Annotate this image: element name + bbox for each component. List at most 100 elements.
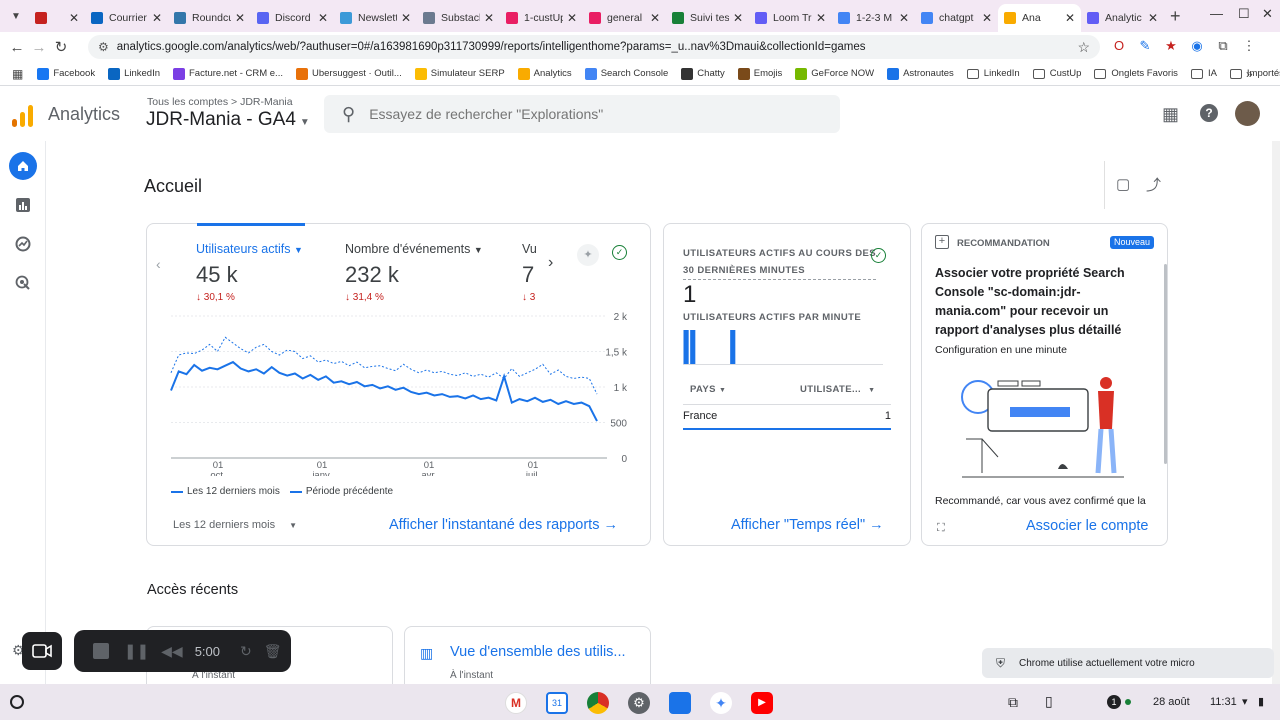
metric-tab-events[interactable]: Nombre d'événements ▼ 232 k ↓ 31,4 %	[345, 242, 483, 303]
shelf-date[interactable]: 28 août	[1153, 696, 1190, 708]
new-tab-plus-icon[interactable]: +	[1170, 6, 1181, 27]
advertising-icon[interactable]	[9, 269, 37, 297]
tab-close-icon[interactable]: ✕	[650, 11, 660, 25]
maximize-icon[interactable]: ☐	[1238, 6, 1250, 22]
tab-close-icon[interactable]: ✕	[318, 11, 328, 25]
insights-icon[interactable]: ⤴	[1146, 174, 1161, 195]
period-selector[interactable]: Les 12 derniers mois ▼	[173, 519, 297, 531]
next-metric-chevron-icon[interactable]: ›	[548, 254, 553, 272]
users-column-header[interactable]: UTILISATE... ▼	[800, 384, 876, 395]
tab-close-icon[interactable]: ✕	[816, 11, 826, 25]
sparkle-insights-icon[interactable]: ✦	[577, 244, 599, 266]
opera-extension-icon[interactable]: O	[1110, 37, 1128, 55]
metric-tab-active-users[interactable]: Utilisateurs actifs ▼ 45 k ↓ 30,1 %	[196, 242, 303, 303]
page-scrollbar[interactable]	[1272, 141, 1280, 684]
pause-icon[interactable]: ❚❚	[124, 642, 149, 660]
tab-close-icon[interactable]: ✕	[69, 11, 79, 25]
metric-tab-views[interactable]: Vu 7 ↓ 3	[522, 242, 542, 303]
search-input[interactable]	[369, 106, 790, 122]
bookmark-item[interactable]: Ubersuggest · Outil...	[295, 67, 402, 80]
snapshot-link[interactable]: Afficher l'instantané des rapports →	[389, 517, 618, 533]
bookmark-item[interactable]: Chatty	[681, 67, 725, 80]
tab-close-icon[interactable]: ✕	[567, 11, 577, 25]
launcher-icon[interactable]	[10, 695, 24, 709]
browser-tab[interactable]: Loom Tr ✕	[749, 4, 832, 32]
bookmark-item[interactable]: IA	[1190, 68, 1217, 80]
restart-icon[interactable]: ↻	[240, 643, 252, 660]
browser-tab[interactable]: general ✕	[583, 4, 666, 32]
bookmark-item[interactable]: Facture.net - CRM e...	[173, 67, 283, 80]
browser-tab[interactable]: Analytic ✕	[1081, 4, 1164, 32]
associate-account-link[interactable]: Associer le compte	[1026, 518, 1149, 534]
browser-tab[interactable]: chatgpt ✕	[915, 4, 998, 32]
tab-close-icon[interactable]: ✕	[484, 11, 494, 25]
bookmark-item[interactable]: Facebook	[37, 67, 95, 80]
chrome-app-icon[interactable]	[587, 692, 609, 714]
apps-icon[interactable]: ▦	[1162, 104, 1179, 125]
bookmark-item[interactable]: LinkedIn	[108, 67, 160, 80]
blue-extension-icon[interactable]: ◉	[1188, 37, 1206, 55]
bookmark-item[interactable]: Simulateur SERP	[414, 67, 505, 80]
browser-tab[interactable]: Discord ✕	[251, 4, 334, 32]
country-column-header[interactable]: PAYS ▼	[690, 384, 726, 395]
tab-search-chevron-icon[interactable]: ▼	[3, 4, 29, 28]
bookmark-item[interactable]: Astronautes	[887, 67, 954, 80]
bookmark-item[interactable]: GeForce NOW	[795, 67, 874, 80]
bookmark-item[interactable]: Emojis	[737, 67, 782, 80]
bookmark-item[interactable]: Search Console	[584, 67, 668, 80]
expand-icon[interactable]: ⛶	[937, 522, 945, 535]
files-app-icon[interactable]	[669, 692, 691, 714]
tab-close-icon[interactable]: ✕	[401, 11, 411, 25]
prev-metric-chevron-icon[interactable]: ‹	[156, 256, 161, 272]
youtube-app-icon[interactable]: ▶	[751, 692, 773, 714]
shelf-time[interactable]: 11:31	[1210, 696, 1237, 708]
realtime-link[interactable]: Afficher "Temps réel" →	[731, 517, 884, 533]
property-selector[interactable]: JDR-Mania - GA4 ▼	[146, 109, 310, 131]
browser-tab[interactable]: Newsletter ✕	[334, 4, 417, 32]
browser-tab[interactable]: 1-2-3 M ✕	[832, 4, 915, 32]
record-camera-button[interactable]	[22, 632, 62, 670]
settings-app-icon[interactable]: ⚙	[628, 692, 650, 714]
battery-icon[interactable]: ▮	[1258, 695, 1264, 708]
help-icon[interactable]: ?	[1200, 104, 1218, 122]
forward-arrow-icon[interactable]: →	[28, 39, 50, 56]
extensions-puzzle-icon[interactable]: ⧉	[1214, 37, 1232, 55]
customize-card-icon[interactable]: ▢	[1116, 175, 1130, 193]
tab-close-icon[interactable]: ✕	[235, 11, 245, 25]
rewind-icon[interactable]: ◀◀	[161, 643, 183, 660]
browser-tab[interactable]: Substack ✕	[417, 4, 500, 32]
bookmark-item[interactable]: Analytics	[517, 67, 572, 80]
tab-close-icon[interactable]: ✕	[982, 11, 992, 25]
gmail-app-icon[interactable]: M	[505, 692, 527, 714]
tab-close-icon[interactable]: ✕	[1148, 11, 1158, 25]
tab-close-icon[interactable]: ✕	[899, 11, 909, 25]
browser-tab[interactable]: Ana ✕	[998, 3, 1081, 32]
home-icon[interactable]	[9, 152, 37, 180]
tab-close-icon[interactable]: ✕	[1065, 11, 1075, 25]
minimize-icon[interactable]: —	[1210, 6, 1223, 21]
explore-icon[interactable]	[9, 230, 37, 258]
delete-icon[interactable]: 🗑	[264, 643, 282, 660]
tab-close-icon[interactable]: ✕	[152, 11, 162, 25]
network-icon[interactable]: ▾	[1242, 695, 1248, 708]
browser-tab[interactable]: Roundcube ✕	[168, 4, 251, 32]
star-extension-icon[interactable]: ★	[1162, 37, 1180, 55]
close-window-icon[interactable]: ✕	[1262, 6, 1273, 22]
browser-tab[interactable]: Courrier ✕	[85, 4, 168, 32]
card-scrollbar[interactable]	[1164, 264, 1167, 464]
bookmark-star-icon[interactable]: ☆	[1077, 39, 1090, 56]
reports-icon[interactable]	[9, 191, 37, 219]
notification-badge[interactable]: 1	[1107, 695, 1121, 709]
menu-dots-icon[interactable]: ⋮	[1240, 37, 1258, 55]
clipboard-icon[interactable]: ⧉	[1008, 694, 1018, 711]
edit-extension-icon[interactable]: ✎	[1136, 37, 1154, 55]
back-arrow-icon[interactable]: ←	[6, 39, 28, 56]
stop-icon[interactable]	[93, 643, 109, 659]
search-box[interactable]: ⚲	[324, 95, 840, 133]
avatar[interactable]	[1235, 101, 1260, 126]
browser-tab[interactable]: Suivi tes ✕	[666, 4, 749, 32]
bookmark-item[interactable]: Onglets Favoris	[1094, 68, 1178, 80]
breadcrumb[interactable]: Tous les comptes > JDR-Mania	[147, 96, 293, 108]
address-bar[interactable]: ⚙ analytics.google.com/analytics/web/?au…	[88, 35, 1100, 59]
more-bookmarks-icon[interactable]: »	[1246, 67, 1253, 81]
